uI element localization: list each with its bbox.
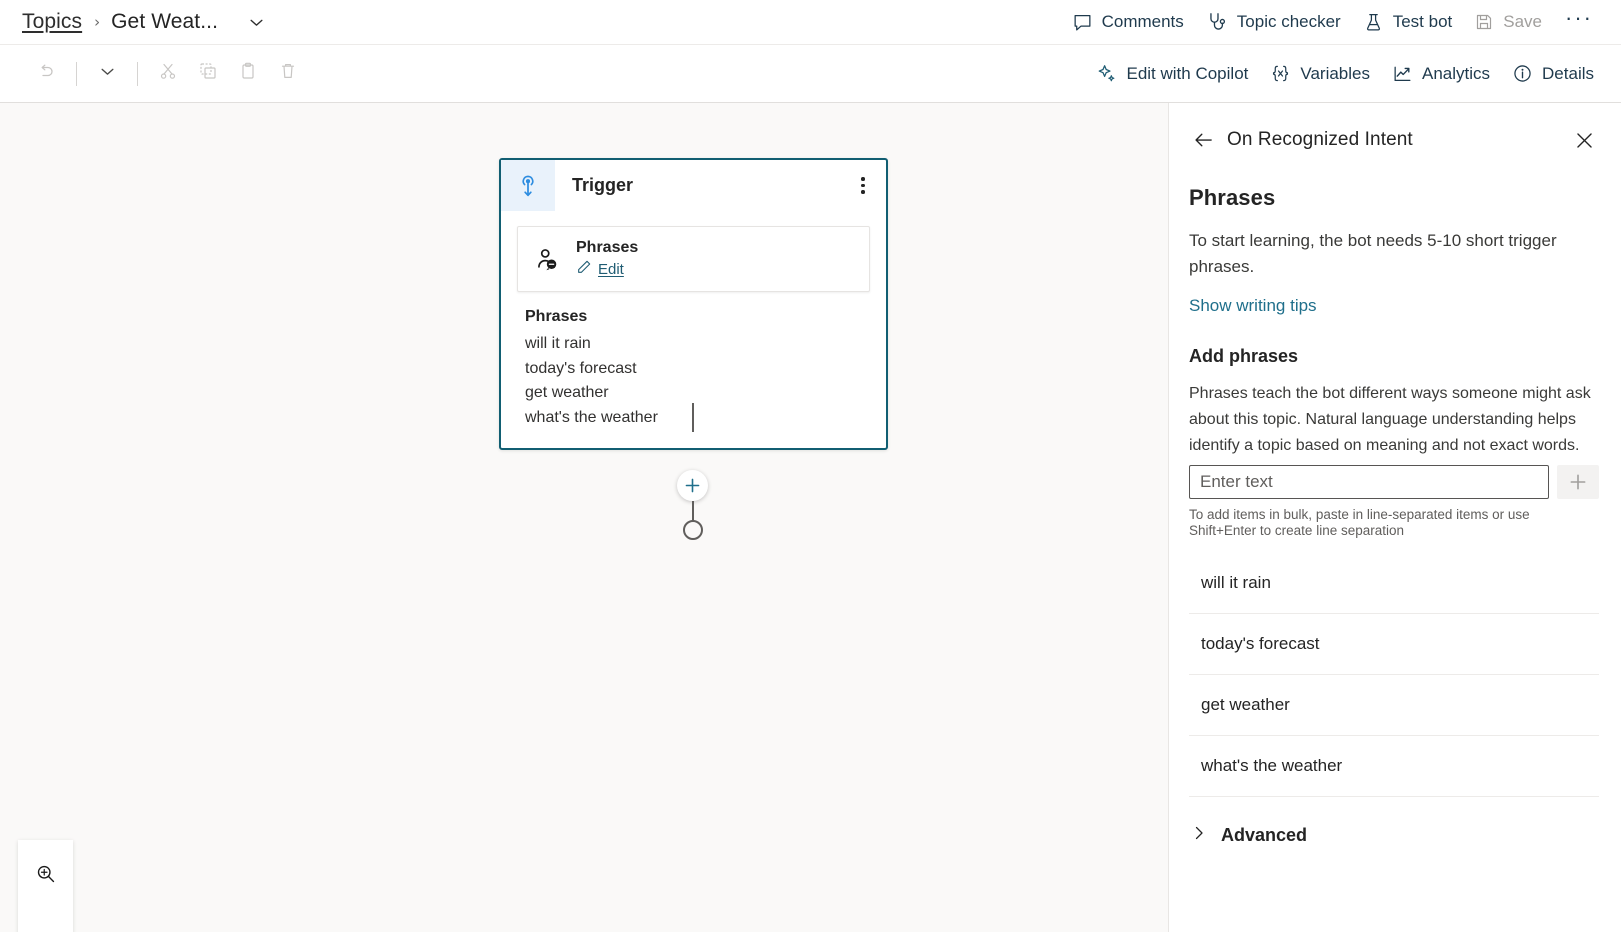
arrow-left-icon[interactable]	[1189, 125, 1219, 155]
details-button[interactable]: Details	[1501, 57, 1605, 90]
edit-with-copilot-button[interactable]: Edit with Copilot	[1085, 57, 1259, 90]
chevron-down-icon[interactable]	[243, 9, 269, 35]
node-phrase-line: will it rain	[525, 335, 591, 352]
comments-label: Comments	[1101, 12, 1184, 31]
topic-checker-button[interactable]: Topic checker	[1195, 5, 1352, 39]
edit-with-copilot-label: Edit with Copilot	[1126, 63, 1249, 83]
node-phrase-line: get weather	[525, 384, 609, 401]
trigger-node-header: Trigger	[501, 160, 886, 212]
comment-icon	[1072, 12, 1093, 33]
breadcrumb-topics-link[interactable]: Topics	[22, 10, 82, 34]
save-button[interactable]: Save	[1463, 6, 1553, 38]
add-phrases-description: Phrases teach the bot different ways som…	[1189, 385, 1591, 454]
copy-button[interactable]	[188, 55, 228, 93]
undo-icon	[36, 61, 56, 86]
analytics-label: Analytics	[1422, 63, 1491, 83]
breadcrumb-current-topic: Get Weat...	[111, 10, 219, 33]
info-circle-icon	[1512, 63, 1533, 84]
test-bot-label: Test bot	[1392, 12, 1453, 31]
add-phrases-heading: Add phrases	[1189, 346, 1299, 366]
paste-icon	[238, 61, 258, 86]
plus-icon	[685, 478, 700, 493]
panel-title: Phrases	[1189, 185, 1276, 210]
delete-button[interactable]	[268, 55, 308, 93]
pencil-icon	[576, 259, 592, 279]
details-label: Details	[1542, 63, 1594, 83]
advanced-label: Advanced	[1221, 825, 1308, 845]
chevron-down-icon	[99, 63, 116, 85]
chevron-right-icon	[1191, 825, 1207, 846]
editing-toolbar: Edit with Copilot Variables Analytics De…	[0, 45, 1621, 103]
sparkle-icon	[1096, 63, 1117, 84]
person-speech-icon	[532, 246, 562, 273]
variables-label: Variables	[1300, 63, 1370, 83]
advanced-section-toggle[interactable]: Advanced	[1189, 825, 1599, 846]
breadcrumb-separator: ›	[94, 13, 101, 31]
add-node-button[interactable]	[677, 470, 708, 501]
toolbar-divider-2	[137, 61, 138, 86]
add-phrase-row	[1189, 465, 1599, 499]
panel-header: On Recognized Intent	[1169, 103, 1621, 155]
node-phrase-line: today's forecast	[525, 359, 637, 377]
cut-button[interactable]	[148, 55, 188, 93]
phrases-edit-link[interactable]: Edit	[576, 259, 638, 279]
phrases-edit-label: Edit	[598, 260, 624, 278]
more-options-button[interactable]: ···	[1553, 7, 1605, 34]
phrase-list-item[interactable]: what's the weather	[1189, 736, 1599, 797]
show-writing-tips-link[interactable]: Show writing tips	[1189, 296, 1317, 316]
panel-header-title: On Recognized Intent	[1227, 129, 1413, 150]
cut-icon	[158, 61, 178, 86]
save-icon	[1474, 12, 1494, 32]
trigger-node-title: Trigger	[572, 175, 634, 195]
node-phrase-line: what's the weather	[525, 408, 658, 426]
delete-icon	[278, 61, 298, 86]
toolbar-divider-1	[76, 61, 77, 86]
flow-end-node	[683, 520, 703, 540]
panel-body: Phrases To start learning, the bot needs…	[1169, 185, 1621, 846]
stethoscope-icon	[1206, 11, 1228, 33]
analytics-button[interactable]: Analytics	[1381, 57, 1501, 90]
authoring-canvas[interactable]: Trigger Phrases Edit Phrases will it rai…	[0, 103, 1168, 932]
topic-checker-label: Topic checker	[1236, 12, 1341, 31]
save-label: Save	[1503, 12, 1543, 31]
bulk-add-hint: To add items in bulk, paste in line-sepa…	[1189, 507, 1530, 538]
properties-panel: On Recognized Intent Phrases To start le…	[1168, 103, 1621, 932]
node-phrases-heading: Phrases	[525, 308, 588, 325]
add-phrase-input[interactable]	[1189, 465, 1549, 499]
copy-icon	[198, 61, 218, 86]
trend-line-icon	[1392, 63, 1413, 84]
undo-button[interactable]	[26, 55, 66, 93]
phrases-subcard-text: Phrases Edit	[576, 239, 638, 279]
close-icon[interactable]	[1569, 125, 1599, 155]
test-bot-button[interactable]: Test bot	[1352, 6, 1464, 39]
phrase-list: will it rain today's forecast get weathe…	[1189, 553, 1599, 797]
breadcrumb: Topics › Get Weat...	[0, 9, 269, 35]
paste-button[interactable]	[228, 55, 268, 93]
braces-x-icon	[1270, 63, 1291, 84]
toolbar-left-group	[0, 55, 308, 93]
top-bar: Topics › Get Weat... Comments Topic chec…	[0, 0, 1621, 45]
phrase-list-item[interactable]: will it rain	[1189, 553, 1599, 614]
variables-button[interactable]: Variables	[1259, 57, 1381, 90]
trigger-node-more-options-icon[interactable]	[840, 160, 886, 211]
plus-icon	[1570, 474, 1586, 490]
phrase-list-item[interactable]: today's forecast	[1189, 614, 1599, 675]
trigger-pin-icon	[501, 160, 555, 211]
top-bar-actions: Comments Topic checker Test bot Save ···	[1061, 5, 1621, 39]
undo-history-dropdown-button[interactable]	[87, 55, 127, 93]
toolbar-right-group: Edit with Copilot Variables Analytics De…	[1085, 57, 1621, 90]
connector-line-top	[692, 403, 694, 432]
phrases-subcard-title: Phrases	[576, 239, 639, 256]
comments-button[interactable]: Comments	[1061, 6, 1195, 39]
flask-icon	[1363, 12, 1384, 33]
panel-description: To start learning, the bot needs 5-10 sh…	[1189, 231, 1557, 276]
phrases-subcard[interactable]: Phrases Edit	[517, 226, 870, 292]
add-phrase-button[interactable]	[1557, 465, 1599, 499]
phrase-list-item[interactable]: get weather	[1189, 675, 1599, 736]
zoom-in-icon[interactable]	[28, 856, 64, 892]
zoom-controls	[18, 840, 73, 932]
